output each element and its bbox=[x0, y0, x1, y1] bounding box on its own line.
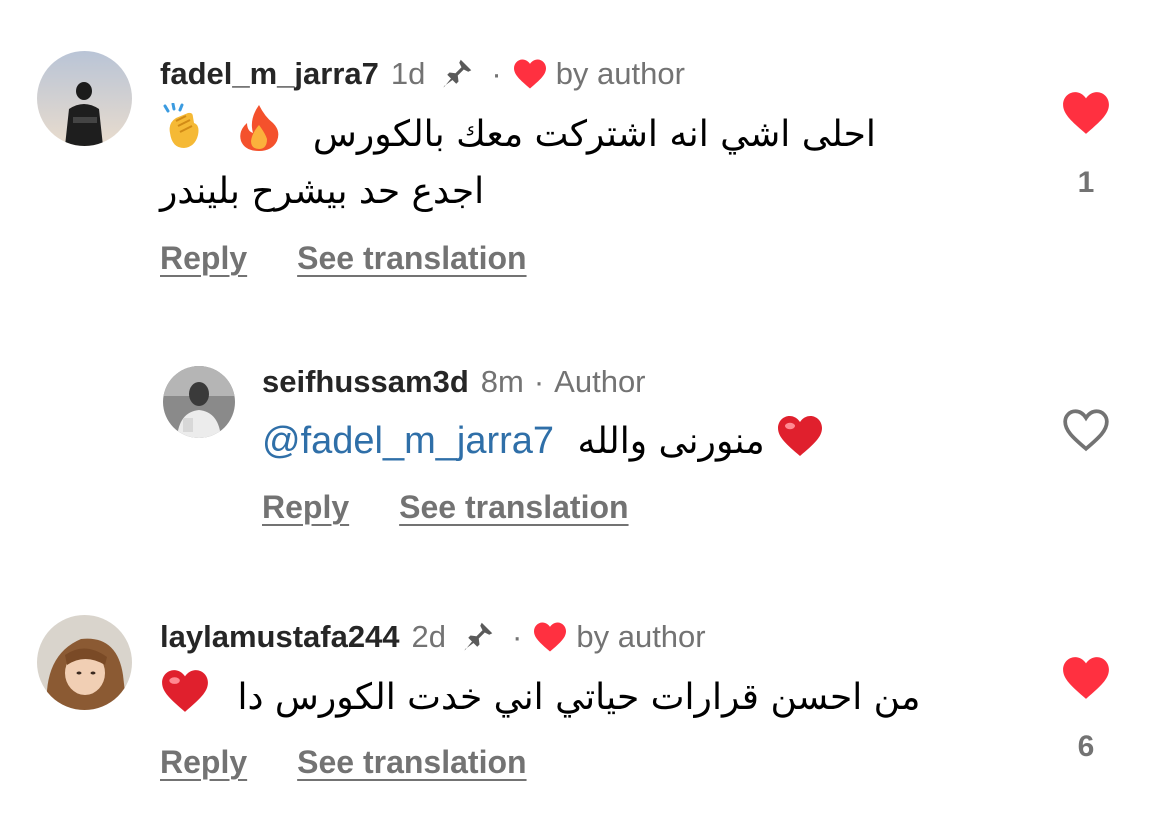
avatar[interactable] bbox=[163, 366, 235, 438]
heart-icon bbox=[532, 621, 568, 653]
username[interactable]: laylamustafa244 bbox=[160, 617, 400, 657]
comment-text: احلى اشي انه اشتركت معك بالكورس bbox=[312, 114, 876, 155]
heart-filled-icon bbox=[1063, 92, 1109, 134]
avatar[interactable] bbox=[37, 51, 132, 146]
timestamp: 1d bbox=[390, 56, 426, 91]
avatar[interactable] bbox=[37, 615, 132, 710]
like-count: 1 bbox=[1077, 166, 1095, 199]
heart-outline-icon bbox=[1063, 409, 1109, 452]
timestamp: 8m bbox=[480, 364, 524, 399]
fire-emoji bbox=[235, 103, 283, 167]
see-translation-button[interactable]: See translation bbox=[297, 744, 526, 780]
separator-dot: · bbox=[491, 56, 502, 91]
see-translation-button[interactable]: See translation bbox=[297, 240, 526, 276]
comment-text-line-2: اجدع حد بيشرح بليندر bbox=[160, 167, 484, 217]
username[interactable]: fadel_m_jarra7 bbox=[160, 54, 379, 94]
timestamp: 2d bbox=[411, 619, 447, 654]
username[interactable]: seifhussam3d bbox=[262, 362, 469, 402]
separator-dot: · bbox=[512, 619, 523, 654]
comment-actions: Reply See translation bbox=[262, 487, 629, 527]
like-button[interactable] bbox=[1061, 90, 1111, 141]
liked-by-author-label: by author bbox=[576, 619, 706, 654]
red-heart-emoji bbox=[160, 668, 210, 728]
heart-filled-icon bbox=[1063, 657, 1109, 699]
reply-button[interactable]: Reply bbox=[262, 489, 349, 525]
clap-emoji bbox=[160, 102, 210, 167]
comment-text-line-1: احلى اشي انه اشتركت معك بالكورس bbox=[160, 102, 876, 167]
comment-text-line-1: من احسن قرارات حياتي اني خدت الكورس دا bbox=[160, 668, 920, 728]
comment-meta: fadel_m_jarra7 1d · by author bbox=[160, 54, 685, 94]
pin-icon bbox=[439, 56, 475, 92]
separator-dot: · bbox=[533, 364, 545, 399]
comment-actions: Reply See translation bbox=[160, 238, 527, 278]
comment-text-line-1: @fadel_m_jarra7 منورنى والله bbox=[262, 413, 824, 473]
like-count: 6 bbox=[1077, 730, 1095, 763]
reply-button[interactable]: Reply bbox=[160, 744, 247, 780]
see-translation-button[interactable]: See translation bbox=[399, 489, 628, 525]
heart-icon bbox=[512, 58, 548, 90]
comment-actions: Reply See translation bbox=[160, 742, 527, 782]
mention-link[interactable]: @fadel_m_jarra7 bbox=[262, 420, 554, 462]
comment-meta: laylamustafa244 2d · by author bbox=[160, 617, 706, 657]
author-label: Author bbox=[554, 364, 646, 399]
like-button[interactable] bbox=[1061, 655, 1111, 706]
comment-text: من احسن قرارات حياتي اني خدت الكورس دا bbox=[237, 677, 921, 718]
comment-text: منورنى والله bbox=[577, 421, 765, 462]
like-button[interactable] bbox=[1061, 407, 1111, 458]
red-heart-emoji bbox=[776, 413, 824, 473]
comment-text-2: اجدع حد بيشرح بليندر bbox=[160, 171, 485, 212]
liked-by-author-label: by author bbox=[555, 56, 685, 91]
comment-meta: seifhussam3d 8m · Author bbox=[262, 362, 646, 402]
reply-button[interactable]: Reply bbox=[160, 240, 247, 276]
pin-icon bbox=[460, 619, 496, 655]
